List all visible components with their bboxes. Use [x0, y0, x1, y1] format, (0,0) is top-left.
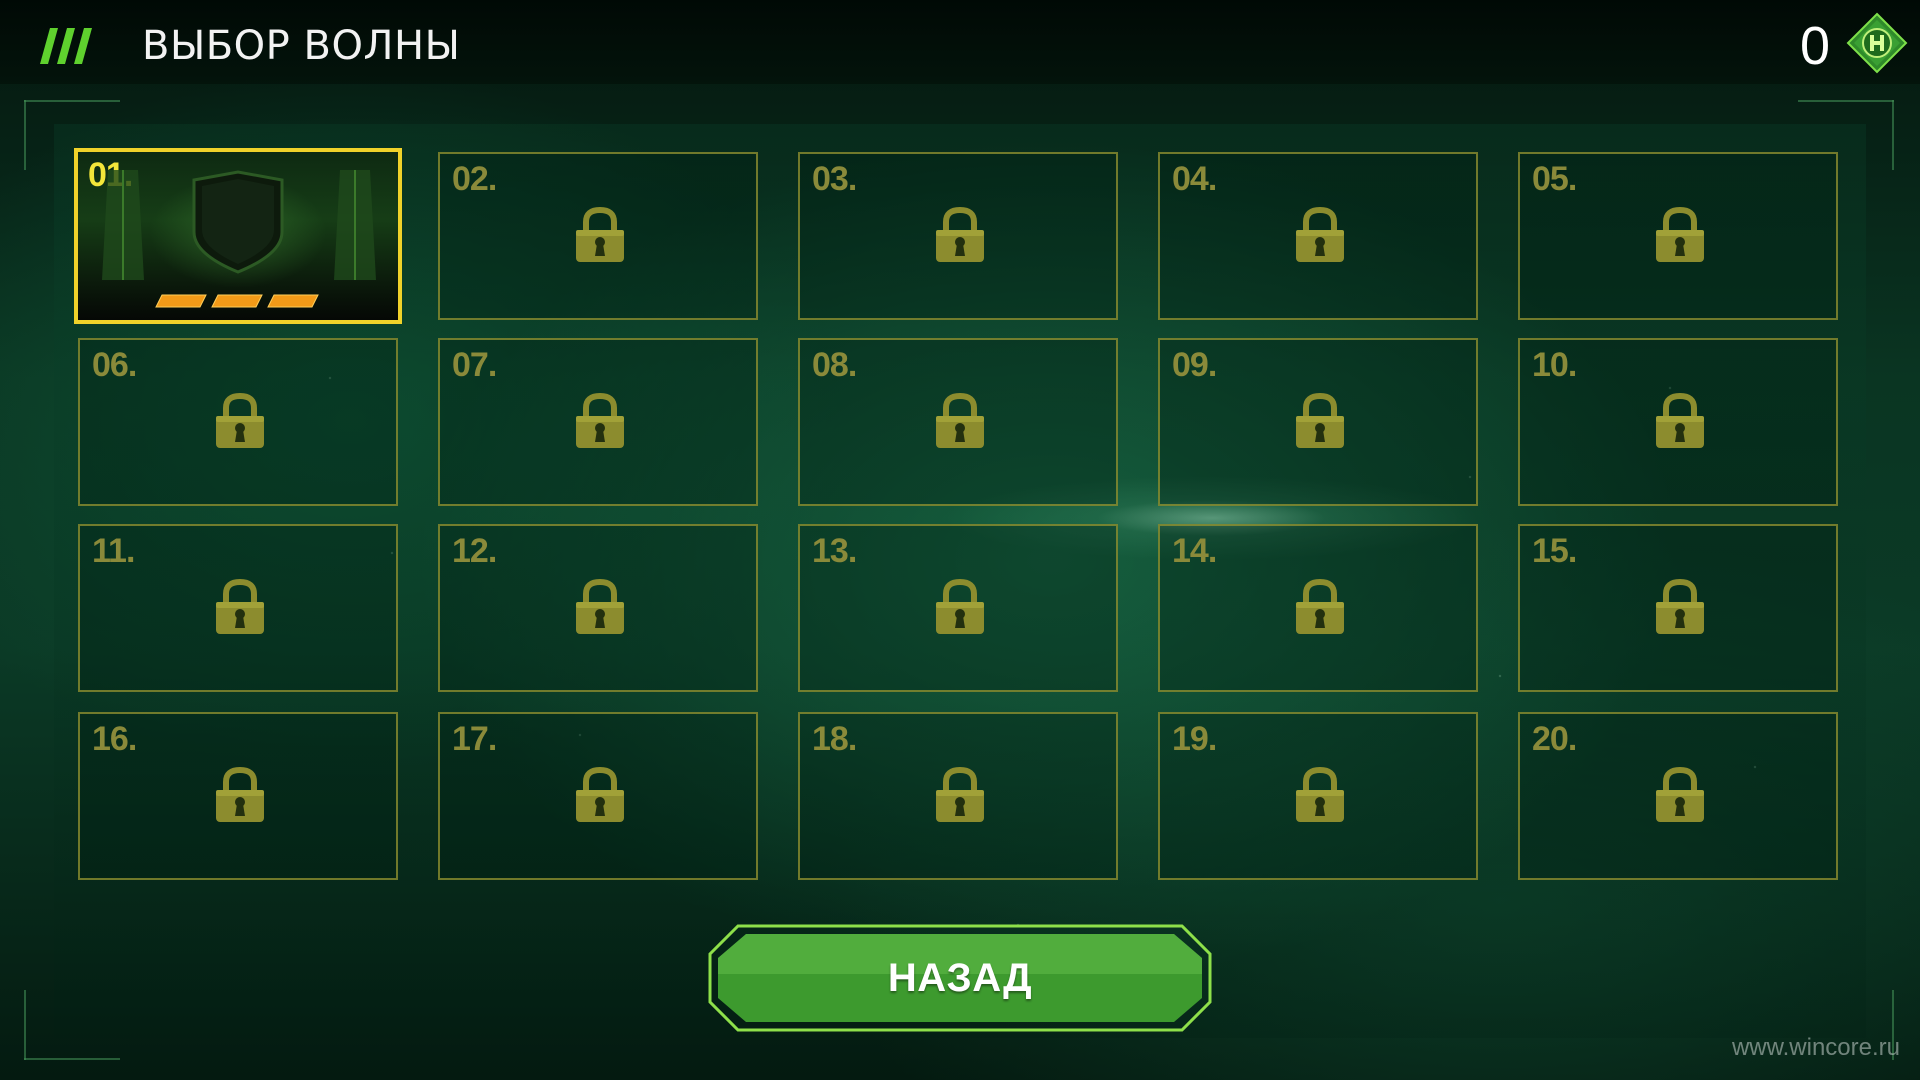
rating-segment — [267, 294, 319, 308]
lock-icon — [936, 578, 984, 634]
wave-tile[interactable]: 01. — [74, 148, 402, 324]
lock-icon — [216, 392, 264, 448]
wave-tile[interactable]: 16. — [78, 712, 398, 880]
rating-segment — [211, 294, 263, 308]
lock-icon — [1296, 578, 1344, 634]
lock-icon — [576, 206, 624, 262]
lock-icon — [936, 392, 984, 448]
wave-number: 19. — [1172, 720, 1217, 758]
wave-number: 15. — [1532, 532, 1577, 570]
level-art-left — [102, 170, 144, 280]
lock-icon — [1656, 392, 1704, 448]
game-screen: ВЫБОР ВОЛНЫ 0 01.02.03.04.05.06.07.08.09… — [0, 0, 1920, 1080]
lock-icon — [1656, 206, 1704, 262]
wave-number: 04. — [1172, 160, 1217, 198]
wave-tile[interactable]: 03. — [798, 152, 1118, 320]
wave-tile[interactable]: 17. — [438, 712, 758, 880]
wave-tile[interactable]: 20. — [1518, 712, 1838, 880]
lock-icon — [216, 578, 264, 634]
wave-number: 20. — [1532, 720, 1577, 758]
wave-number: 09. — [1172, 346, 1217, 384]
lock-icon — [1296, 392, 1344, 448]
wave-tile[interactable]: 02. — [438, 152, 758, 320]
back-button-label: НАЗАД — [887, 955, 1033, 1000]
wave-rating-bar — [155, 294, 319, 308]
wave-tile[interactable]: 12. — [438, 524, 758, 692]
wave-tile[interactable]: 07. — [438, 338, 758, 506]
lock-icon — [936, 206, 984, 262]
wave-number: 02. — [452, 160, 497, 198]
lock-icon — [1296, 766, 1344, 822]
wave-tile[interactable]: 06. — [78, 338, 398, 506]
wave-tile[interactable]: 18. — [798, 712, 1118, 880]
lock-icon — [576, 578, 624, 634]
wave-number: 10. — [1532, 346, 1577, 384]
rating-segment — [155, 294, 207, 308]
lock-icon — [1656, 766, 1704, 822]
lock-icon — [936, 766, 984, 822]
wave-grid: 01. 02. 03. 04. 05. 06. 07. 08. 09. 10. 11. 12. 13. 1… — [0, 0, 1920, 1080]
back-button[interactable]: НАЗАД — [708, 924, 1212, 1032]
lock-icon — [576, 766, 624, 822]
wave-number: 12. — [452, 532, 497, 570]
wave-tile[interactable]: 08. — [798, 338, 1118, 506]
wave-tile[interactable]: 13. — [798, 524, 1118, 692]
watermark: www.wincore.ru — [1731, 1034, 1900, 1061]
wave-number: 03. — [812, 160, 857, 198]
shield-icon — [192, 170, 284, 274]
wave-tile[interactable]: 05. — [1518, 152, 1838, 320]
wave-number: 16. — [92, 720, 137, 758]
wave-tile[interactable]: 14. — [1158, 524, 1478, 692]
wave-number: 08. — [812, 346, 857, 384]
wave-tile[interactable]: 10. — [1518, 338, 1838, 506]
wave-number: 18. — [812, 720, 857, 758]
lock-icon — [1656, 578, 1704, 634]
wave-number: 06. — [92, 346, 137, 384]
lock-icon — [216, 766, 264, 822]
level-art-right — [334, 170, 376, 280]
lock-icon — [1296, 206, 1344, 262]
wave-tile[interactable]: 15. — [1518, 524, 1838, 692]
wave-tile[interactable]: 11. — [78, 524, 398, 692]
wave-number: 13. — [812, 532, 857, 570]
wave-number: 14. — [1172, 532, 1217, 570]
wave-number: 05. — [1532, 160, 1577, 198]
wave-tile[interactable]: 09. — [1158, 338, 1478, 506]
wave-number: 07. — [452, 346, 497, 384]
wave-tile[interactable]: 19. — [1158, 712, 1478, 880]
wave-tile[interactable]: 04. — [1158, 152, 1478, 320]
wave-number: 17. — [452, 720, 497, 758]
lock-icon — [576, 392, 624, 448]
wave-number: 11. — [92, 532, 135, 570]
